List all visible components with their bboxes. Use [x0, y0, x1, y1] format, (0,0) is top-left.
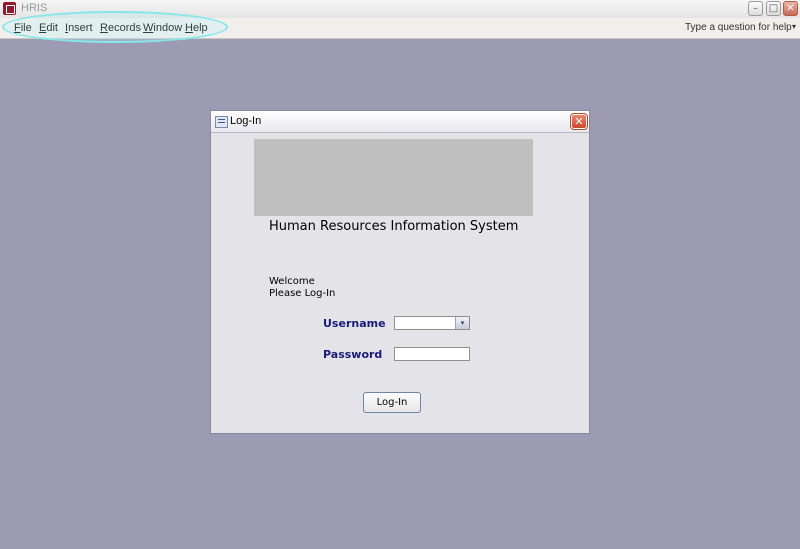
login-button[interactable]: Log-In [363, 392, 421, 413]
login-dialog: Log-In ✕ Human Resources Information Sys… [210, 110, 590, 434]
close-button[interactable]: ✕ [783, 1, 798, 16]
dialog-close-button[interactable]: ✕ [570, 113, 588, 130]
welcome-line: Welcome [269, 276, 315, 287]
help-question-box[interactable]: Type a question for help ▾ [680, 21, 798, 35]
form-icon [215, 116, 228, 128]
chevron-down-icon[interactable]: ▾ [792, 22, 796, 31]
username-combo[interactable]: ▾ [394, 316, 470, 330]
system-title: Human Resources Information System [269, 219, 519, 234]
banner-image [254, 139, 533, 216]
help-question-text: Type a question for help [685, 22, 792, 33]
menu-highlight-annotation [2, 11, 228, 43]
dialog-title-bar[interactable]: Log-In ✕ [211, 111, 589, 133]
app-title: HRIS [21, 2, 48, 14]
access-app-icon[interactable] [3, 2, 16, 15]
welcome-text: Welcome Please Log-In [269, 276, 335, 300]
maximize-button[interactable]: □ [766, 1, 781, 16]
password-label: Password [323, 348, 383, 361]
minimize-button[interactable]: – [748, 1, 763, 16]
password-input[interactable] [394, 347, 470, 361]
username-label: Username [323, 317, 386, 330]
chevron-down-icon[interactable]: ▾ [455, 317, 469, 329]
login-prompt-line: Please Log-In [269, 288, 336, 299]
dialog-title: Log-In [230, 115, 262, 127]
